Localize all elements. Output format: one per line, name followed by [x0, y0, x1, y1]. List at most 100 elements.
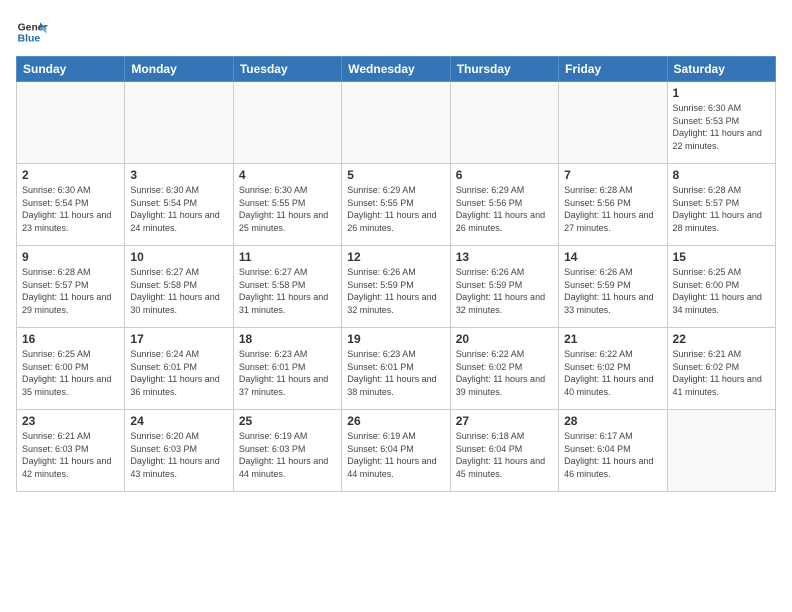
calendar-table: SundayMondayTuesdayWednesdayThursdayFrid…: [16, 56, 776, 492]
weekday-header-row: SundayMondayTuesdayWednesdayThursdayFrid…: [17, 57, 776, 82]
weekday-wednesday: Wednesday: [342, 57, 450, 82]
calendar-cell: 24 Sunrise: 6:20 AM Sunset: 6:03 PM Dayli…: [125, 410, 233, 492]
day-info: Sunrise: 6:19 AM Sunset: 6:04 PM Dayligh…: [347, 430, 444, 480]
week-row-2: 2 Sunrise: 6:30 AM Sunset: 5:54 PM Daylig…: [17, 164, 776, 246]
day-info: Sunrise: 6:29 AM Sunset: 5:55 PM Dayligh…: [347, 184, 444, 234]
weekday-friday: Friday: [559, 57, 667, 82]
calendar-cell: 2 Sunrise: 6:30 AM Sunset: 5:54 PM Daylig…: [17, 164, 125, 246]
day-info: Sunrise: 6:27 AM Sunset: 5:58 PM Dayligh…: [239, 266, 336, 316]
week-row-3: 9 Sunrise: 6:28 AM Sunset: 5:57 PM Daylig…: [17, 246, 776, 328]
calendar-cell: 23Sunrise: 6:21 AM Sunset: 6:03 PM Dayli…: [17, 410, 125, 492]
calendar-cell: 17 Sunrise: 6:24 AM Sunset: 6:01 PM Dayli…: [125, 328, 233, 410]
day-number: 2: [22, 168, 119, 182]
day-info: Sunrise: 6:26 AM Sunset: 5:59 PM Dayligh…: [347, 266, 444, 316]
weekday-tuesday: Tuesday: [233, 57, 341, 82]
calendar-cell: 20 Sunrise: 6:22 AM Sunset: 6:02 PM Dayli…: [450, 328, 558, 410]
day-number: 10: [130, 250, 227, 264]
calendar-cell: [667, 410, 775, 492]
calendar-cell: 27 Sunrise: 6:18 AM Sunset: 6:04 PM Dayli…: [450, 410, 558, 492]
calendar-cell: 11 Sunrise: 6:27 AM Sunset: 5:58 PM Dayli…: [233, 246, 341, 328]
weekday-monday: Monday: [125, 57, 233, 82]
week-row-4: 16 Sunrise: 6:25 AM Sunset: 6:00 PM Dayli…: [17, 328, 776, 410]
weekday-sunday: Sunday: [17, 57, 125, 82]
calendar-cell: 25 Sunrise: 6:19 AM Sunset: 6:03 PM Dayli…: [233, 410, 341, 492]
day-info: Sunrise: 6:22 AM Sunset: 6:02 PM Dayligh…: [456, 348, 553, 398]
calendar-cell: [342, 82, 450, 164]
calendar-cell: 14 Sunrise: 6:26 AM Sunset: 5:59 PM Dayli…: [559, 246, 667, 328]
calendar-cell: 1 Sunrise: 6:30 AM Sunset: 5:53 PM Daylig…: [667, 82, 775, 164]
day-number: 6: [456, 168, 553, 182]
day-number: 21: [564, 332, 661, 346]
day-number: 4: [239, 168, 336, 182]
day-info: Sunrise: 6:19 AM Sunset: 6:03 PM Dayligh…: [239, 430, 336, 480]
day-number: 1: [673, 86, 770, 100]
day-info: Sunrise: 6:30 AM Sunset: 5:55 PM Dayligh…: [239, 184, 336, 234]
calendar-cell: 5 Sunrise: 6:29 AM Sunset: 5:55 PM Daylig…: [342, 164, 450, 246]
calendar-cell: 13Sunrise: 6:26 AM Sunset: 5:59 PM Dayli…: [450, 246, 558, 328]
page-header: General Blue: [16, 16, 776, 48]
day-info: Sunrise: 6:28 AM Sunset: 5:56 PM Dayligh…: [564, 184, 661, 234]
day-number: 18: [239, 332, 336, 346]
calendar-cell: 15Sunrise: 6:25 AM Sunset: 6:00 PM Dayli…: [667, 246, 775, 328]
day-number: 14: [564, 250, 661, 264]
calendar-cell: [233, 82, 341, 164]
calendar-cell: 3 Sunrise: 6:30 AM Sunset: 5:54 PM Daylig…: [125, 164, 233, 246]
day-number: 27: [456, 414, 553, 428]
calendar-cell: 12 Sunrise: 6:26 AM Sunset: 5:59 PM Dayli…: [342, 246, 450, 328]
calendar-cell: 28 Sunrise: 6:17 AM Sunset: 6:04 PM Dayli…: [559, 410, 667, 492]
day-number: 25: [239, 414, 336, 428]
day-number: 3: [130, 168, 227, 182]
day-info: Sunrise: 6:21 AM Sunset: 6:02 PM Dayligh…: [673, 348, 770, 398]
calendar-cell: 19 Sunrise: 6:23 AM Sunset: 6:01 PM Dayli…: [342, 328, 450, 410]
day-number: 9: [22, 250, 119, 264]
calendar-cell: [450, 82, 558, 164]
day-info: Sunrise: 6:17 AM Sunset: 6:04 PM Dayligh…: [564, 430, 661, 480]
day-number: 26: [347, 414, 444, 428]
day-number: 16: [22, 332, 119, 346]
day-info: Sunrise: 6:28 AM Sunset: 5:57 PM Dayligh…: [22, 266, 119, 316]
day-info: Sunrise: 6:30 AM Sunset: 5:54 PM Dayligh…: [130, 184, 227, 234]
day-info: Sunrise: 6:30 AM Sunset: 5:53 PM Dayligh…: [673, 102, 770, 152]
day-number: 20: [456, 332, 553, 346]
calendar-cell: 7 Sunrise: 6:28 AM Sunset: 5:56 PM Daylig…: [559, 164, 667, 246]
day-number: 12: [347, 250, 444, 264]
calendar-cell: 18Sunrise: 6:23 AM Sunset: 6:01 PM Dayli…: [233, 328, 341, 410]
day-info: Sunrise: 6:22 AM Sunset: 6:02 PM Dayligh…: [564, 348, 661, 398]
week-row-1: 1 Sunrise: 6:30 AM Sunset: 5:53 PM Daylig…: [17, 82, 776, 164]
day-number: 15: [673, 250, 770, 264]
day-number: 11: [239, 250, 336, 264]
day-info: Sunrise: 6:28 AM Sunset: 5:57 PM Dayligh…: [673, 184, 770, 234]
weekday-saturday: Saturday: [667, 57, 775, 82]
day-number: 8: [673, 168, 770, 182]
day-info: Sunrise: 6:18 AM Sunset: 6:04 PM Dayligh…: [456, 430, 553, 480]
calendar-cell: [559, 82, 667, 164]
day-number: 7: [564, 168, 661, 182]
calendar-cell: 8 Sunrise: 6:28 AM Sunset: 5:57 PM Daylig…: [667, 164, 775, 246]
calendar-cell: 26 Sunrise: 6:19 AM Sunset: 6:04 PM Dayli…: [342, 410, 450, 492]
day-info: Sunrise: 6:25 AM Sunset: 6:00 PM Dayligh…: [22, 348, 119, 398]
day-number: 19: [347, 332, 444, 346]
calendar-cell: [17, 82, 125, 164]
day-number: 23: [22, 414, 119, 428]
calendar-cell: 6 Sunrise: 6:29 AM Sunset: 5:56 PM Daylig…: [450, 164, 558, 246]
day-number: 17: [130, 332, 227, 346]
calendar-cell: 22 Sunrise: 6:21 AM Sunset: 6:02 PM Dayli…: [667, 328, 775, 410]
logo: General Blue: [16, 16, 48, 48]
day-info: Sunrise: 6:20 AM Sunset: 6:03 PM Dayligh…: [130, 430, 227, 480]
day-info: Sunrise: 6:29 AM Sunset: 5:56 PM Dayligh…: [456, 184, 553, 234]
logo-icon: General Blue: [16, 16, 48, 48]
day-info: Sunrise: 6:26 AM Sunset: 5:59 PM Dayligh…: [456, 266, 553, 316]
day-number: 22: [673, 332, 770, 346]
day-number: 5: [347, 168, 444, 182]
day-info: Sunrise: 6:26 AM Sunset: 5:59 PM Dayligh…: [564, 266, 661, 316]
day-info: Sunrise: 6:27 AM Sunset: 5:58 PM Dayligh…: [130, 266, 227, 316]
day-info: Sunrise: 6:30 AM Sunset: 5:54 PM Dayligh…: [22, 184, 119, 234]
calendar-cell: [125, 82, 233, 164]
day-number: 28: [564, 414, 661, 428]
day-info: Sunrise: 6:23 AM Sunset: 6:01 PM Dayligh…: [347, 348, 444, 398]
weekday-thursday: Thursday: [450, 57, 558, 82]
day-number: 24: [130, 414, 227, 428]
day-info: Sunrise: 6:24 AM Sunset: 6:01 PM Dayligh…: [130, 348, 227, 398]
calendar-cell: 9 Sunrise: 6:28 AM Sunset: 5:57 PM Daylig…: [17, 246, 125, 328]
svg-text:Blue: Blue: [18, 34, 41, 45]
